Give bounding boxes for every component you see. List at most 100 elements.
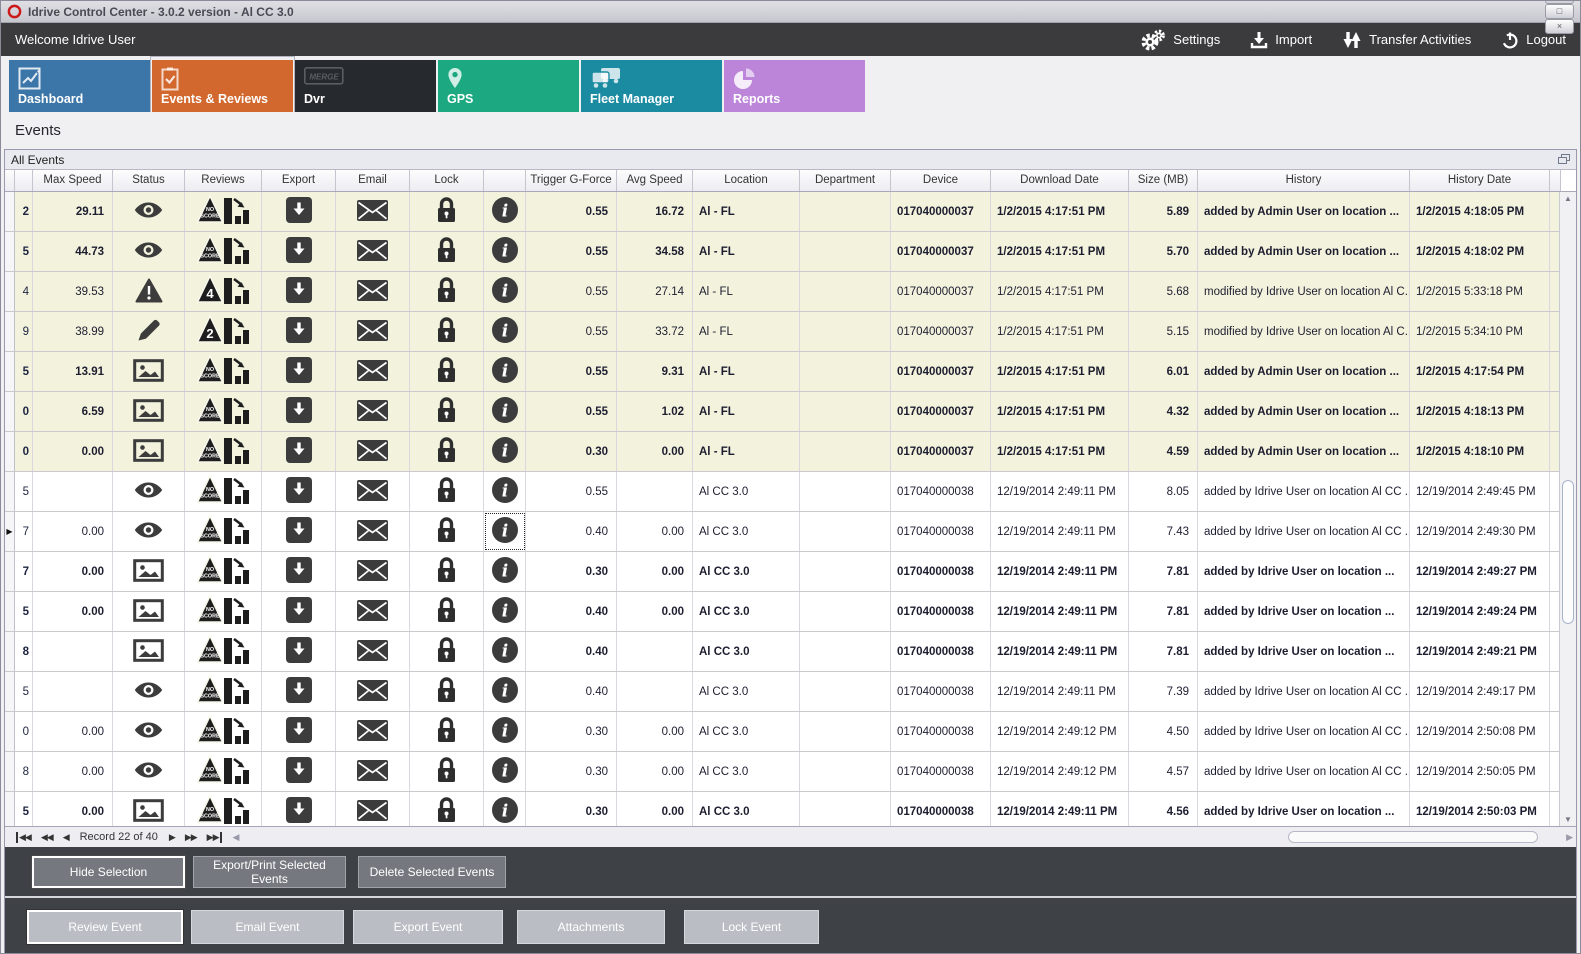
email-icon[interactable]: [357, 240, 388, 264]
info-cell[interactable]: i: [484, 552, 526, 591]
column-header-email[interactable]: Email: [336, 170, 410, 191]
info-icon[interactable]: i: [491, 396, 519, 427]
lock-icon[interactable]: [435, 276, 458, 307]
export-icon[interactable]: [286, 597, 312, 626]
lock-cell[interactable]: [410, 192, 484, 231]
table-row[interactable]: 00.00NOSCOREi0.300.00Al - FL017040000037…: [5, 432, 1576, 472]
lock-icon[interactable]: [435, 676, 458, 707]
export-cell[interactable]: [262, 192, 336, 231]
info-cell[interactable]: i: [484, 392, 526, 431]
lock-cell[interactable]: [410, 592, 484, 631]
info-cell[interactable]: i: [484, 272, 526, 311]
export-event-button[interactable]: Export Event: [353, 910, 503, 944]
email-cell[interactable]: [336, 472, 410, 511]
lock-icon[interactable]: [435, 636, 458, 667]
export-cell[interactable]: [262, 752, 336, 791]
review-score-icon[interactable]: NOSCORE: [197, 554, 249, 590]
horizontal-scroll-thumb[interactable]: [1288, 831, 1538, 843]
lock-cell[interactable]: [410, 632, 484, 671]
table-row[interactable]: 513.91NOSCOREi0.559.31Al - FL01704000003…: [5, 352, 1576, 392]
review-score-icon[interactable]: NOSCORE: [197, 434, 249, 470]
reviews-cell[interactable]: NOSCORE: [185, 352, 262, 391]
review-score-icon[interactable]: NOSCORE: [197, 234, 249, 270]
export-icon[interactable]: [286, 517, 312, 546]
export-icon[interactable]: [286, 437, 312, 466]
email-icon[interactable]: [357, 600, 388, 624]
export-cell[interactable]: [262, 352, 336, 391]
info-cell[interactable]: i: [484, 592, 526, 631]
export-icon[interactable]: [286, 237, 312, 266]
column-header-location[interactable]: Location: [693, 170, 800, 191]
email-icon[interactable]: [357, 280, 388, 304]
email-icon[interactable]: [357, 200, 388, 224]
export-icon[interactable]: [286, 397, 312, 426]
reviews-cell[interactable]: NOSCORE: [185, 752, 262, 791]
email-icon[interactable]: [357, 480, 388, 504]
table-row[interactable]: 80.00NOSCOREi0.300.00Al CC 3.00170400000…: [5, 752, 1576, 792]
export-icon[interactable]: [286, 477, 312, 506]
export-icon[interactable]: [286, 797, 312, 826]
vertical-scrollbar[interactable]: ▲ ▼: [1559, 192, 1576, 826]
tab-gps[interactable]: GPS: [438, 60, 579, 112]
restore-panel-icon[interactable]: [1558, 154, 1570, 165]
email-cell[interactable]: [336, 272, 410, 311]
tab-reports[interactable]: Reports: [724, 60, 865, 112]
email-cell[interactable]: [336, 632, 410, 671]
email-cell[interactable]: [336, 792, 410, 826]
lock-icon[interactable]: [435, 476, 458, 507]
column-header-lock[interactable]: Lock: [410, 170, 484, 191]
export-cell[interactable]: [262, 552, 336, 591]
email-cell[interactable]: [336, 432, 410, 471]
lock-icon[interactable]: [435, 356, 458, 387]
reviews-cell[interactable]: NOSCORE: [185, 712, 262, 751]
email-cell[interactable]: [336, 752, 410, 791]
table-row[interactable]: 8NOSCOREi0.40Al CC 3.001704000003812/19/…: [5, 632, 1576, 672]
table-row[interactable]: ▶70.00NOSCOREi0.400.00Al CC 3.0017040000…: [5, 512, 1576, 552]
export-icon[interactable]: [286, 317, 312, 346]
column-header-download-date[interactable]: Download Date: [991, 170, 1129, 191]
maximize-button[interactable]: □: [1545, 4, 1574, 19]
column-header-max-speed[interactable]: Max Speed: [33, 170, 113, 191]
lock-icon[interactable]: [435, 556, 458, 587]
lock-icon[interactable]: [435, 396, 458, 427]
tab-dashboard[interactable]: Dashboard: [9, 60, 150, 112]
email-cell[interactable]: [336, 352, 410, 391]
nav-prev-button[interactable]: ◀: [63, 832, 69, 843]
info-icon[interactable]: i: [491, 316, 519, 347]
lock-cell[interactable]: [410, 352, 484, 391]
reviews-cell[interactable]: NOSCORE: [185, 192, 262, 231]
email-cell[interactable]: [336, 392, 410, 431]
email-icon[interactable]: [357, 640, 388, 664]
lock-cell[interactable]: [410, 312, 484, 351]
table-row[interactable]: 06.59NOSCOREi0.551.02Al - FL017040000037…: [5, 392, 1576, 432]
lock-icon[interactable]: [435, 596, 458, 627]
table-row[interactable]: 439.534i0.5527.14Al - FL0170400000371/2/…: [5, 272, 1576, 312]
table-row[interactable]: 5NOSCOREi0.55Al CC 3.001704000003812/19/…: [5, 472, 1576, 512]
column-header-device[interactable]: Device: [891, 170, 991, 191]
info-cell[interactable]: i: [484, 472, 526, 511]
info-icon[interactable]: i: [491, 756, 519, 787]
review-score-icon[interactable]: 4: [197, 274, 249, 310]
export-cell[interactable]: [262, 432, 336, 471]
info-cell[interactable]: i: [484, 792, 526, 826]
lock-event-button[interactable]: Lock Event: [684, 910, 819, 944]
hscroll-right-arrow-icon[interactable]: ▶: [1566, 832, 1573, 843]
column-header-trigger-g-force[interactable]: Trigger G-Force: [526, 170, 617, 191]
export-icon[interactable]: [286, 637, 312, 666]
info-cell[interactable]: i: [484, 432, 526, 471]
email-cell[interactable]: [336, 232, 410, 271]
info-icon[interactable]: i: [491, 436, 519, 467]
nav-first-button[interactable]: ◀◀: [16, 832, 31, 843]
info-cell[interactable]: i: [484, 752, 526, 791]
email-cell[interactable]: [336, 552, 410, 591]
email-cell[interactable]: [336, 312, 410, 351]
table-row[interactable]: 50.00NOSCOREi0.300.00Al CC 3.00170400000…: [5, 792, 1576, 826]
table-row[interactable]: 229.11NOSCOREi0.5516.72Al - FL0170400000…: [5, 192, 1576, 232]
lock-icon[interactable]: [435, 716, 458, 747]
lock-icon[interactable]: [435, 236, 458, 267]
table-row[interactable]: 00.00NOSCOREi0.300.00Al CC 3.00170400000…: [5, 712, 1576, 752]
attachments-button[interactable]: Attachments: [517, 910, 665, 944]
table-row[interactable]: 70.00NOSCOREi0.300.00Al CC 3.00170400000…: [5, 552, 1576, 592]
info-icon[interactable]: i: [491, 796, 519, 826]
hide-selection-button[interactable]: Hide Selection: [32, 856, 185, 888]
